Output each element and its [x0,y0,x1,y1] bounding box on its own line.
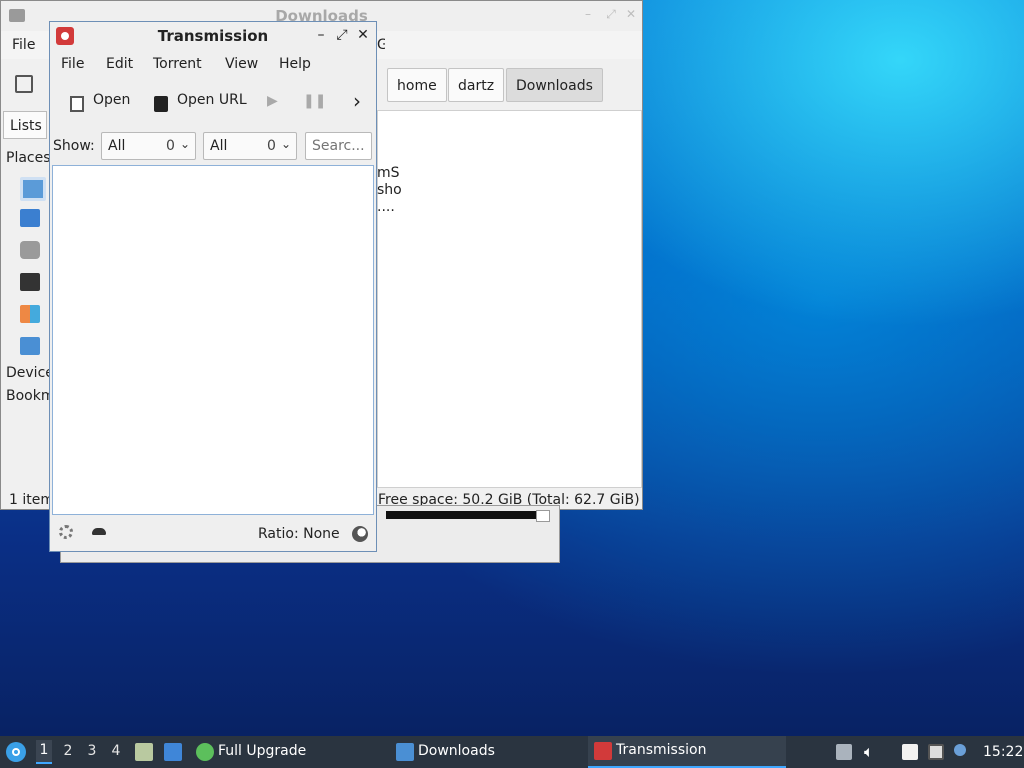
activity-filter-select[interactable]: All 0 ⌄ [101,132,196,160]
file-manager-launcher-icon[interactable] [135,743,153,761]
tray-arrow-icon[interactable] [836,744,852,760]
new-window-icon[interactable] [15,75,33,93]
breadcrumb-dartz[interactable]: dartz [448,68,505,102]
tracker-filter-value: All [210,138,228,154]
menu-help[interactable]: Help [279,56,311,72]
side-pane-tab-lists[interactable]: Lists [3,111,47,139]
task-transmission-label: Transmission [616,742,707,758]
folder-icon [396,743,414,761]
start-menu-icon[interactable] [6,742,26,762]
task-full-upgrade[interactable]: Full Upgrade [190,736,390,768]
file-name-fragment: mS [377,165,400,181]
minimize-icon[interactable]: – [312,26,330,44]
ratio-icon[interactable] [352,526,368,542]
search-input[interactable] [305,132,372,160]
item-count-status: 1 item [9,492,54,508]
workspace-4[interactable]: 4 [108,743,124,759]
transmission-menubar: File Edit Torrent View Help [50,52,376,78]
activity-filter-count: 0 [166,138,175,154]
maximize-icon[interactable]: ⤢ [333,26,351,44]
start-icon[interactable]: ▶ [267,93,278,109]
menu-view[interactable]: View [225,56,258,72]
home-folder-icon[interactable] [20,177,46,201]
transmission-icon [594,742,612,760]
menu-file[interactable]: File [12,37,35,53]
clock[interactable]: 15:22 [983,744,1023,760]
menu-go[interactable]: Go [377,37,385,53]
workspace-2[interactable]: 2 [60,743,76,759]
file-name-fragment: .... [377,199,395,215]
breadcrumb-downloads[interactable]: Downloads [506,68,603,102]
open-url-button[interactable]: Open URL [177,92,247,108]
open-button[interactable]: Open [93,92,130,108]
workspace-3[interactable]: 3 [84,743,100,759]
task-downloads-label: Downloads [418,743,495,759]
file-view[interactable] [377,110,642,488]
torrent-list[interactable] [52,165,374,515]
workspace-1[interactable]: 1 [36,740,52,764]
network-icon[interactable] [928,744,944,760]
breadcrumb-home[interactable]: home [387,68,447,102]
task-downloads[interactable]: Downloads [390,736,588,768]
open-file-icon [70,96,84,112]
open-url-icon [154,96,168,112]
file-name-fragment: sho [377,182,402,198]
checkbox[interactable] [536,510,550,522]
close-icon[interactable]: ✕ [624,7,638,21]
chevron-down-icon: ⌄ [281,137,292,151]
devices-header[interactable]: Device [6,365,54,381]
chevron-right-icon[interactable]: › [353,89,361,113]
menu-torrent[interactable]: Torrent [153,56,202,72]
chevron-down-icon: ⌄ [180,137,191,151]
close-icon[interactable]: ✕ [354,26,372,44]
task-full-upgrade-label: Full Upgrade [218,743,307,759]
volume-icon[interactable]: 🔈︎ [864,742,874,762]
clipboard-icon[interactable] [902,744,918,760]
ratio-label: Ratio: None [258,526,340,542]
task-transmission[interactable]: Transmission [588,736,786,768]
computer-icon[interactable] [20,273,40,291]
minimize-icon[interactable]: – [581,7,595,21]
tracker-filter-select[interactable]: All 0 ⌄ [203,132,297,160]
turtle-icon[interactable] [92,528,106,535]
transmission-toolbar: Open Open URL ▶ ❚❚ › [50,84,376,120]
applications-icon[interactable] [20,305,40,323]
show-filter-label: Show: [53,138,95,154]
desktop-icon[interactable] [20,209,40,227]
notification-icon[interactable] [954,744,966,756]
transmission-titlebar[interactable]: Transmission – ⤢ ✕ [50,22,376,50]
taskbar: 1 2 3 4 Full Upgrade Downloads Transmiss… [0,736,1024,768]
places-header[interactable]: Places [6,150,51,166]
menu-edit[interactable]: Edit [106,56,133,72]
pause-icon[interactable]: ❚❚ [303,93,326,109]
trash-icon[interactable] [20,241,40,259]
transmission-window: Transmission – ⤢ ✕ File Edit Torrent Vie… [49,21,377,552]
progress-bar [386,511,536,519]
bookmarks-header[interactable]: Bookm [6,388,54,404]
activity-filter-value: All [108,138,126,154]
menu-file[interactable]: File [61,56,84,72]
upgrade-icon [196,743,214,761]
maximize-icon[interactable]: ⤢ [604,7,618,21]
tracker-filter-count: 0 [267,138,276,154]
network-folder-icon[interactable] [20,337,40,355]
gear-icon[interactable] [59,525,73,539]
desktop-launcher-icon[interactable] [164,743,182,761]
